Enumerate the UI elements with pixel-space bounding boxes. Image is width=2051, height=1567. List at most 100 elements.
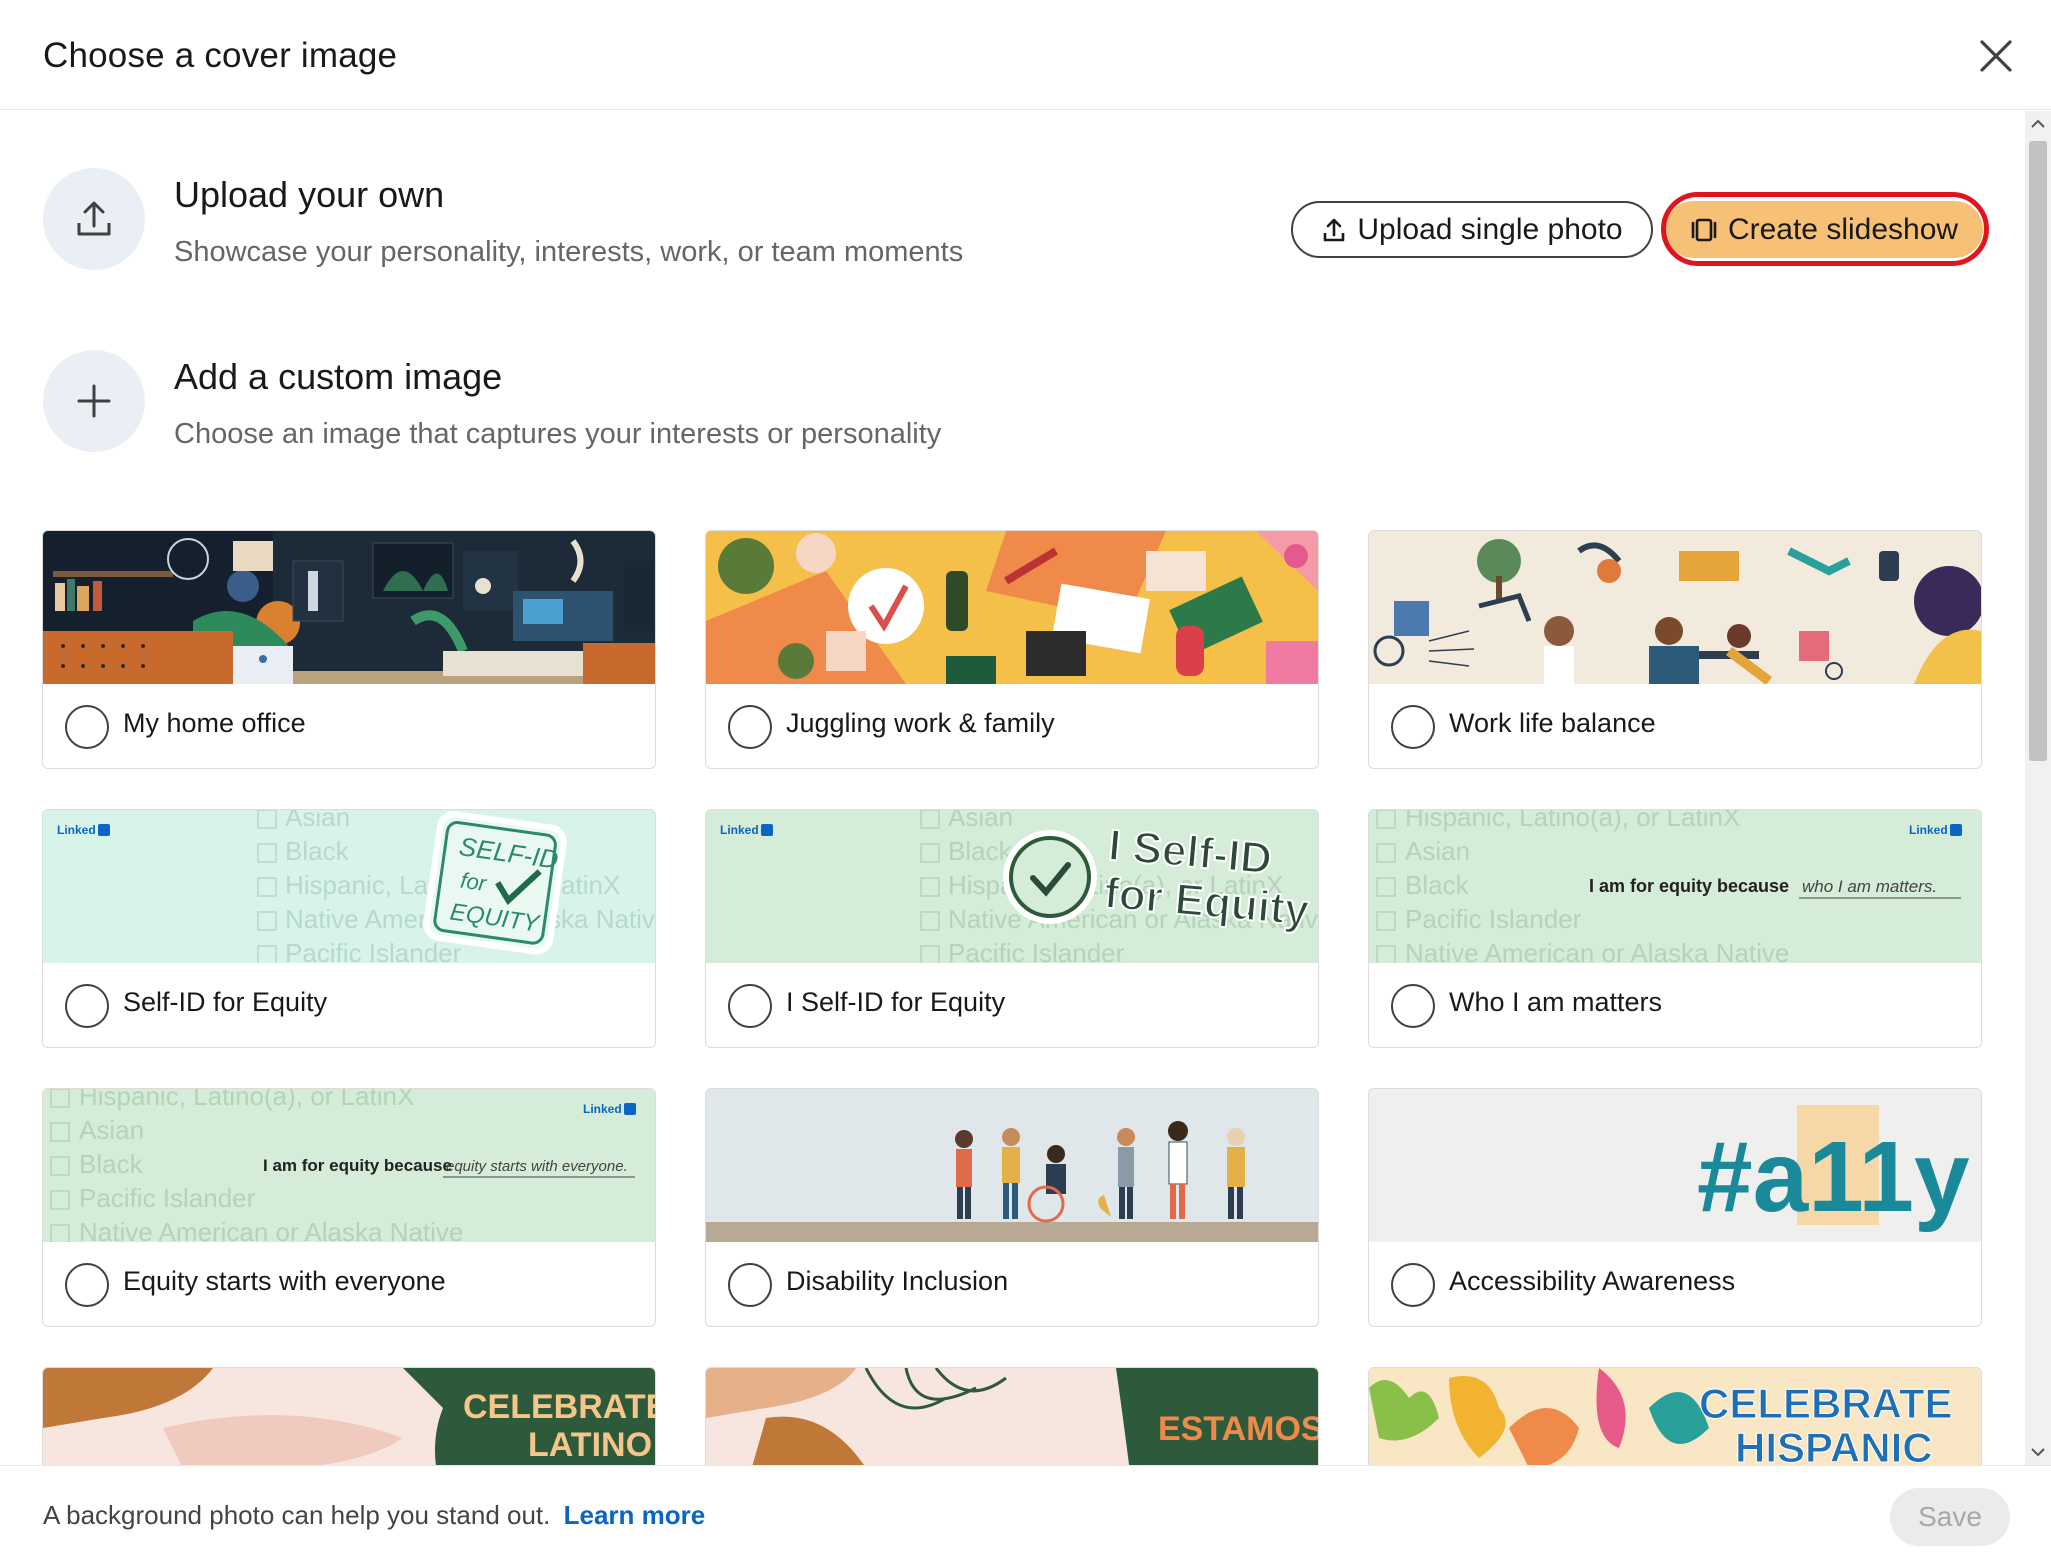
upload-single-photo-button[interactable]: Upload single photo — [1291, 201, 1653, 258]
card-footer: Self-ID for Equity — [43, 963, 655, 1047]
cover-thumbnail: Linked Asian Black Hispanic, Latino(a), … — [43, 810, 655, 963]
cover-card-home-office[interactable]: My home office — [42, 530, 656, 769]
cover-thumbnail — [1369, 531, 1981, 684]
radio-button[interactable] — [728, 705, 772, 749]
chevron-down-icon — [2031, 1448, 2045, 1457]
cover-card-accessibility[interactable]: #a11y Accessibility Awareness — [1368, 1088, 1982, 1327]
linkedin-logo-text: Linked — [583, 1102, 622, 1116]
checkbox-text: Asian — [285, 810, 350, 832]
radio-button[interactable] — [65, 1263, 109, 1307]
card-label: Who I am matters — [1449, 987, 1663, 1017]
create-slideshow-button[interactable]: Create slideshow — [1665, 201, 1983, 258]
banner-prefix: I am for equity because — [263, 1156, 452, 1175]
upload-single-photo-label: Upload single photo — [1357, 212, 1623, 246]
card-footer: Accessibility Awareness — [1369, 1242, 1981, 1326]
checkbox-text: Pacific Islander — [79, 1183, 256, 1213]
save-button[interactable]: Save — [1890, 1488, 2010, 1546]
learn-more-link[interactable]: Learn more — [564, 1500, 706, 1530]
upload-icon — [1324, 218, 1345, 241]
banner-headline: HISPANIC — [1735, 1424, 1933, 1465]
checkbox-text: Hispanic, Latino(a), or LatinX — [79, 1089, 414, 1111]
cover-thumbnail: CELEBRATE HISPANIC — [1369, 1368, 1981, 1465]
cover-card-who-i-am[interactable]: Hispanic, Latino(a), or LatinX Asian Bla… — [1368, 809, 1982, 1048]
cover-card-work-life[interactable]: Work life balance — [1368, 530, 1982, 769]
checkbox-text: Asian — [79, 1115, 144, 1145]
card-footer: Equity starts with everyone — [43, 1242, 655, 1326]
cover-thumbnail — [706, 1089, 1318, 1242]
checkbox-text: Pacific Islander — [948, 938, 1125, 963]
checkbox-text: Native American or Alaska Native — [79, 1217, 463, 1242]
custom-image-section[interactable]: Add a custom image Choose an image that … — [43, 350, 1993, 452]
dialog-header: Choose a cover image — [0, 0, 2051, 110]
custom-image-subtitle: Choose an image that captures your inter… — [174, 418, 942, 450]
plus-icon-circle[interactable] — [43, 350, 145, 452]
radio-button[interactable] — [65, 705, 109, 749]
checkbox-text: Black — [1405, 870, 1470, 900]
cover-thumbnail: #a11y — [1369, 1089, 1981, 1242]
checkbox-text: Black — [948, 836, 1013, 866]
card-footer: Disability Inclusion — [706, 1242, 1318, 1326]
checkbox-text: Pacific Islander — [285, 938, 462, 963]
cover-card-self-id[interactable]: Linked Asian Black Hispanic, Latino(a), … — [42, 809, 656, 1048]
close-icon — [1980, 40, 2012, 72]
footer-text: A background photo can help you stand ou… — [43, 1500, 705, 1531]
scrollbar[interactable] — [2025, 111, 2051, 1465]
cover-thumbnail: ESTAMOS — [706, 1368, 1318, 1465]
banner-suffix: who I am matters. — [1802, 877, 1937, 896]
cover-options-list[interactable]: Upload your own Showcase your personalit… — [0, 111, 2025, 1465]
cover-thumbnail: Linked Asian Black Hispanic, Latino(a), … — [706, 810, 1318, 963]
card-label: Work life balance — [1449, 708, 1656, 738]
card-label: My home office — [123, 708, 306, 738]
plus-icon — [77, 384, 111, 418]
banner-headline: CELEBRATE — [463, 1388, 655, 1426]
footer-hint: A background photo can help you stand ou… — [43, 1500, 551, 1530]
linkedin-logo-text: Linked — [57, 823, 96, 837]
scroll-up-arrow[interactable] — [2025, 111, 2051, 137]
banner-headline: CELEBRATE — [1699, 1380, 1953, 1427]
radio-button[interactable] — [728, 1263, 772, 1307]
card-label: Accessibility Awareness — [1449, 1266, 1736, 1296]
badge-text: for — [459, 868, 490, 897]
checkbox-text: Black — [79, 1149, 144, 1179]
upload-own-title: Upload your own — [174, 174, 445, 215]
radio-button[interactable] — [728, 984, 772, 1028]
cover-card-celebrate-latino[interactable]: CELEBRATE LATINO — [42, 1367, 656, 1465]
checkbox-text: Hispanic, Latino(a), or LatinX — [1405, 810, 1740, 832]
card-label: I Self-ID for Equity — [786, 987, 1006, 1017]
card-label: Disability Inclusion — [786, 1266, 1009, 1296]
cover-thumbnail: CELEBRATE LATINO — [43, 1368, 655, 1465]
card-footer: Juggling work & family — [706, 684, 1318, 768]
cover-card-estamos[interactable]: ESTAMOS — [705, 1367, 1319, 1465]
dialog-footer: A background photo can help you stand ou… — [0, 1465, 2051, 1567]
cover-card-juggling[interactable]: Juggling work & family — [705, 530, 1319, 769]
linkedin-logo-text: Linked — [1909, 823, 1948, 837]
card-label: Equity starts with everyone — [123, 1266, 446, 1296]
cover-card-disability[interactable]: Disability Inclusion — [705, 1088, 1319, 1327]
checkbox-text: Asian — [1405, 836, 1470, 866]
radio-button[interactable] — [65, 984, 109, 1028]
cover-thumbnail: Hispanic, Latino(a), or LatinX Asian Bla… — [1369, 810, 1981, 963]
checkbox-text: Pacific Islander — [1405, 904, 1582, 934]
close-button[interactable] — [1972, 32, 2020, 80]
scroll-down-arrow[interactable] — [2025, 1439, 2051, 1465]
cover-card-i-self-id[interactable]: Linked Asian Black Hispanic, Latino(a), … — [705, 809, 1319, 1048]
banner-prefix: I am for equity because — [1589, 876, 1789, 896]
checkbox-text: Black — [285, 836, 350, 866]
radio-button[interactable] — [1391, 705, 1435, 749]
scrollbar-thumb[interactable] — [2029, 141, 2047, 761]
slideshow-icon — [1691, 218, 1717, 241]
card-footer: I Self-ID for Equity — [706, 963, 1318, 1047]
cover-thumbnail — [706, 531, 1318, 684]
ally-hashtag: #a11y — [1697, 1121, 1970, 1233]
card-footer: My home office — [43, 684, 655, 768]
create-slideshow-label: Create slideshow — [1727, 212, 1959, 246]
radio-button[interactable] — [1391, 984, 1435, 1028]
cover-card-equity-everyone[interactable]: Hispanic, Latino(a), or LatinX Asian Bla… — [42, 1088, 656, 1327]
upload-icon-circle — [43, 168, 145, 270]
cover-thumbnail — [43, 531, 655, 684]
cover-card-celebrate-hispanic[interactable]: CELEBRATE HISPANIC — [1368, 1367, 1982, 1465]
radio-button[interactable] — [1391, 1263, 1435, 1307]
dialog-title: Choose a cover image — [43, 36, 398, 75]
card-label: Self-ID for Equity — [123, 987, 328, 1017]
card-footer: Who I am matters — [1369, 963, 1981, 1047]
